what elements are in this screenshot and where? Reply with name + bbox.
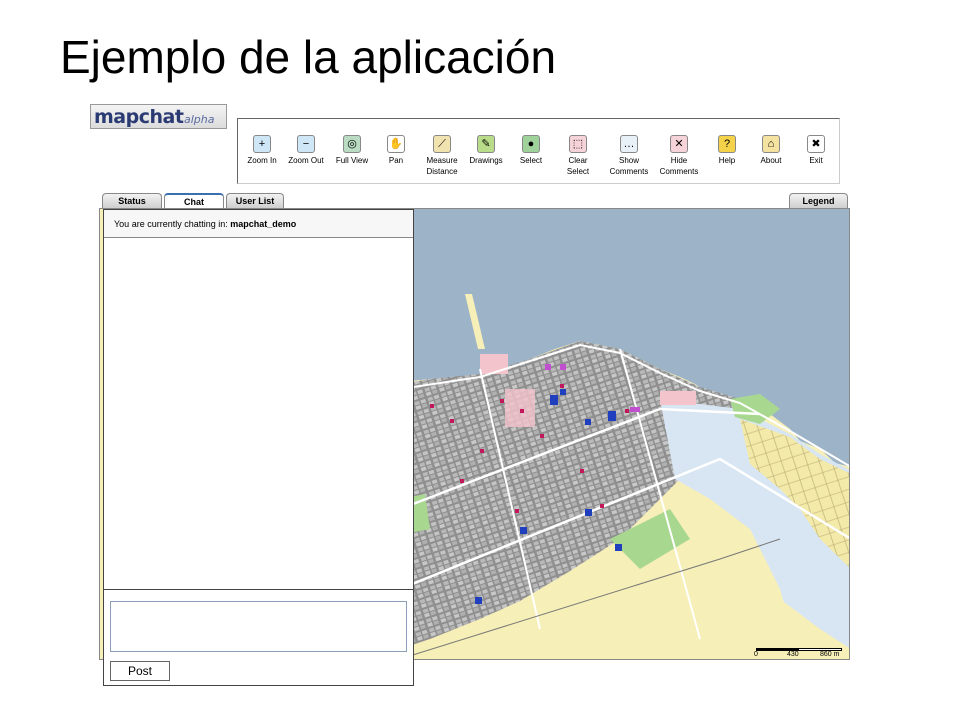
hide-comments-button[interactable]: ✕ Hide Comments: [655, 135, 703, 177]
chat-room-name: mapchat_demo: [230, 219, 297, 229]
chat-header: You are currently chatting in: mapchat_d…: [104, 210, 413, 238]
zoom-in-icon: +: [253, 135, 271, 153]
full-view-button[interactable]: ◎ Full View: [332, 135, 372, 166]
full-view-icon: ◎: [343, 135, 361, 153]
hide-comments-icon: ✕: [670, 135, 688, 153]
map-toolbar: + Zoom In − Zoom Out ◎ Full View ✋ Pan ⟋ Meas…: [237, 118, 840, 184]
tab-legend[interactable]: Legend: [789, 193, 848, 208]
hand-icon: ✋: [387, 135, 405, 153]
scale-label-start: 0: [754, 651, 758, 658]
post-button[interactable]: Post: [110, 661, 170, 681]
scale-label-end: 860 m: [820, 651, 840, 658]
measure-distance-button[interactable]: ⟋ Measure Distance: [420, 135, 464, 177]
chat-message-input[interactable]: [110, 601, 407, 652]
map-scale-bar: 0 430 860 m: [754, 646, 846, 659]
house-icon: ⌂: [762, 135, 780, 153]
chat-header-label: You are currently chatting in:: [114, 219, 231, 229]
slide-title: Ejemplo de la aplicación: [60, 31, 557, 83]
ruler-icon: ⟋: [433, 135, 451, 153]
tab-chat[interactable]: Chat: [164, 193, 224, 208]
about-button[interactable]: ⌂ About: [756, 135, 786, 166]
zoom-out-icon: −: [297, 135, 315, 153]
speech-bubble-icon: …: [620, 135, 638, 153]
select-button[interactable]: ● Select: [514, 135, 548, 166]
mapchat-logo: mapchat alpha: [90, 104, 227, 129]
exit-button[interactable]: ✖ Exit: [803, 135, 829, 166]
commercial-block-1: [480, 354, 508, 374]
help-icon: ?: [718, 135, 736, 153]
clear-select-icon: ⬚: [569, 135, 587, 153]
chat-panel: You are currently chatting in: mapchat_d…: [103, 209, 414, 686]
clear-select-button[interactable]: ⬚ Clear Select: [561, 135, 595, 177]
show-comments-button[interactable]: … Show Comments: [605, 135, 653, 177]
chat-log[interactable]: [104, 239, 413, 589]
pan-button[interactable]: ✋ Pan: [381, 135, 411, 166]
globe-icon: ●: [522, 135, 540, 153]
commercial-block-3: [505, 389, 535, 427]
pencil-icon: ✎: [477, 135, 495, 153]
tab-status[interactable]: Status: [102, 193, 162, 208]
help-button[interactable]: ? Help: [714, 135, 740, 166]
chat-divider: [104, 589, 413, 590]
tab-user-list[interactable]: User List: [226, 193, 284, 208]
zoom-in-button[interactable]: + Zoom In: [243, 135, 281, 166]
drawings-button[interactable]: ✎ Drawings: [465, 135, 507, 166]
logo-subtext: alpha: [184, 113, 215, 126]
commercial-block-2: [660, 391, 696, 405]
scale-label-mid: 430: [787, 651, 799, 658]
zoom-out-button[interactable]: − Zoom Out: [284, 135, 328, 166]
exit-icon: ✖: [807, 135, 825, 153]
logo-text: mapchat: [94, 106, 184, 128]
